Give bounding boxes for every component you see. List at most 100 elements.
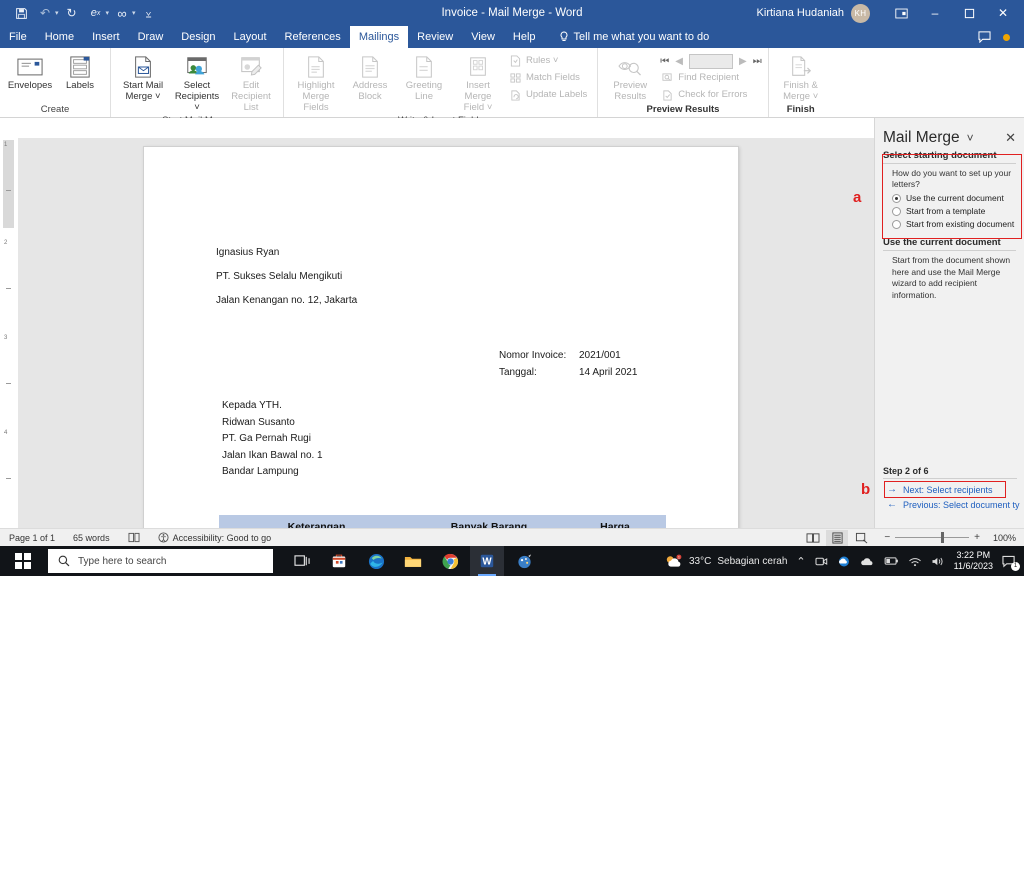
wifi-icon[interactable] bbox=[908, 556, 922, 567]
envelopes-label: Envelopes bbox=[7, 80, 53, 91]
taskbar-search-box[interactable]: Type here to search bbox=[48, 549, 273, 573]
minimize-button[interactable]: – bbox=[918, 0, 952, 26]
start-mail-merge-button[interactable]: Start Mail Merge ˅ bbox=[117, 50, 169, 103]
pane-header: Mail Merge ˅ ✕ bbox=[875, 118, 1024, 150]
superscript-icon[interactable]: ex bbox=[85, 3, 107, 23]
web-layout-button[interactable] bbox=[850, 530, 872, 546]
zoom-level[interactable]: 100% bbox=[988, 533, 1016, 543]
onedrive-icon[interactable] bbox=[837, 556, 851, 567]
zoom-in-button[interactable]: + bbox=[974, 532, 980, 543]
tab-file[interactable]: File bbox=[0, 26, 36, 48]
zoom-out-button[interactable]: − bbox=[884, 532, 890, 543]
zoom-slider[interactable]: − + bbox=[884, 532, 980, 543]
chrome-icon[interactable] bbox=[433, 546, 467, 576]
cloud-icon[interactable] bbox=[860, 556, 875, 567]
tabbar-right-cluster bbox=[978, 26, 1024, 48]
weather-widget[interactable]: 1 33°C Sebagian cerah bbox=[664, 554, 787, 569]
section-heading-use-current-document: Use the current document bbox=[883, 237, 1016, 252]
tab-references[interactable]: References bbox=[276, 26, 350, 48]
status-bar: Page 1 of 1 65 words Accessibility: Good… bbox=[0, 528, 1024, 546]
chevron-down-icon[interactable]: ˅ bbox=[967, 131, 974, 145]
word-application-window: ↶ ▾ ↻ ex ▾ ∞ ▾ ⩣ Invoice - Mail Merge - … bbox=[0, 0, 1024, 873]
redo-icon[interactable]: ↻ bbox=[61, 3, 83, 23]
battery-icon[interactable] bbox=[884, 556, 899, 566]
match-fields-label: Match Fields bbox=[526, 72, 580, 83]
vruler-number-2: 2 bbox=[4, 240, 8, 246]
tab-mailings[interactable]: Mailings bbox=[349, 26, 409, 48]
tab-draw[interactable]: Draw bbox=[129, 26, 173, 48]
infinity-caret-icon[interactable]: ▾ bbox=[132, 9, 136, 17]
horizontal-ruler[interactable]: | 1 2 3 4 5 6 7 bbox=[0, 118, 874, 256]
radio-button-icon[interactable] bbox=[892, 219, 901, 229]
last-record-button[interactable]: ⏭ bbox=[753, 56, 762, 67]
radio-button-icon[interactable] bbox=[892, 193, 901, 203]
tab-insert[interactable]: Insert bbox=[83, 26, 129, 48]
tab-view[interactable]: View bbox=[462, 26, 504, 48]
arrow-right-icon: → bbox=[887, 484, 897, 495]
vertical-ruler[interactable]: 1 2 3 4 bbox=[2, 140, 16, 528]
insert-merge-field-label: Insert Merge Field ˅ bbox=[463, 80, 493, 113]
setup-question: How do you want to set up your letters? bbox=[892, 168, 1012, 190]
labels-button[interactable]: Labels bbox=[56, 50, 104, 92]
save-icon[interactable] bbox=[10, 3, 32, 23]
document-page[interactable]: Ignasius Ryan PT. Sukses Selalu Mengikut… bbox=[143, 146, 739, 528]
radio-option-use-current-document[interactable]: Use the current document bbox=[892, 193, 1016, 203]
tab-design[interactable]: Design bbox=[172, 26, 224, 48]
show-hidden-icons-icon[interactable]: ⌃ bbox=[796, 555, 805, 568]
next-step-link[interactable]: → Next: Select recipients bbox=[883, 482, 1017, 497]
accessibility-status[interactable]: Accessibility: Good to go bbox=[149, 532, 281, 543]
account-name[interactable]: Kirtiana Hudaniah bbox=[757, 7, 844, 19]
radio-option-start-from-existing-document[interactable]: Start from existing document bbox=[892, 219, 1016, 229]
print-layout-button[interactable] bbox=[826, 529, 849, 546]
restore-button[interactable] bbox=[952, 0, 986, 26]
proofing-icon[interactable] bbox=[119, 532, 149, 543]
volume-icon[interactable] bbox=[931, 556, 945, 567]
edge-icon[interactable] bbox=[359, 546, 393, 576]
word-icon[interactable]: W bbox=[470, 546, 504, 576]
superscript-caret-icon[interactable]: ▾ bbox=[106, 9, 110, 17]
previous-record-button[interactable]: ◀ bbox=[675, 56, 683, 67]
record-number-input[interactable] bbox=[688, 54, 733, 69]
read-mode-button[interactable] bbox=[802, 530, 824, 546]
pane-title: Mail Merge bbox=[883, 129, 960, 146]
weather-icon: 1 bbox=[664, 554, 683, 569]
accessibility-icon bbox=[158, 532, 169, 543]
tell-me-box[interactable]: Tell me what you want to do bbox=[559, 26, 709, 48]
taskbar-clock[interactable]: 3:22 PM 11/6/2023 bbox=[954, 550, 993, 572]
weather-condition: Sebagian cerah bbox=[717, 555, 788, 567]
ribbon-display-options-icon[interactable] bbox=[884, 0, 918, 26]
previous-step-label: Previous: Select document ty bbox=[903, 499, 1020, 510]
task-view-icon[interactable] bbox=[285, 546, 319, 576]
microsoft-store-icon[interactable] bbox=[322, 546, 356, 576]
undo-caret-icon[interactable]: ▾ bbox=[55, 9, 59, 17]
zoom-track[interactable] bbox=[895, 532, 970, 543]
tab-review[interactable]: Review bbox=[408, 26, 462, 48]
file-explorer-icon[interactable] bbox=[396, 546, 430, 576]
meet-now-icon[interactable] bbox=[815, 556, 828, 567]
zoom-handle[interactable] bbox=[941, 532, 945, 543]
tab-home[interactable]: Home bbox=[36, 26, 83, 48]
customize-qat-icon[interactable]: ⩣ bbox=[138, 3, 160, 23]
start-button[interactable] bbox=[0, 546, 46, 576]
comments-icon[interactable] bbox=[978, 31, 991, 43]
avatar[interactable]: KH bbox=[851, 3, 870, 23]
undo-icon[interactable]: ↶ bbox=[34, 3, 56, 23]
document-canvas[interactable]: Ignasius Ryan PT. Sukses Selalu Mengikut… bbox=[18, 138, 874, 528]
paint-icon[interactable] bbox=[507, 546, 541, 576]
tab-help[interactable]: Help bbox=[504, 26, 545, 48]
select-recipients-button[interactable]: Select Recipients ˅ bbox=[171, 50, 223, 114]
page-indicator[interactable]: Page 1 of 1 bbox=[0, 533, 64, 543]
envelopes-button[interactable]: Envelopes bbox=[6, 50, 54, 92]
close-icon[interactable]: ✕ bbox=[1005, 130, 1016, 146]
previous-step-link[interactable]: ← Previous: Select document ty bbox=[883, 497, 1020, 512]
first-record-button[interactable]: ⏮ bbox=[660, 56, 669, 67]
next-record-button[interactable]: ▶ bbox=[739, 56, 747, 67]
notification-center-icon[interactable]: 1 bbox=[1002, 555, 1020, 571]
tab-layout[interactable]: Layout bbox=[225, 26, 276, 48]
ribbon-group-write-insert-fields: Highlight Merge Fields Address Block Gre… bbox=[283, 48, 597, 126]
close-button[interactable]: ✕ bbox=[986, 0, 1020, 26]
word-count[interactable]: 65 words bbox=[64, 533, 119, 543]
radio-button-icon[interactable] bbox=[892, 206, 901, 216]
infinity-icon[interactable]: ∞ bbox=[111, 3, 133, 23]
radio-option-start-from-template[interactable]: Start from a template bbox=[892, 206, 1016, 216]
